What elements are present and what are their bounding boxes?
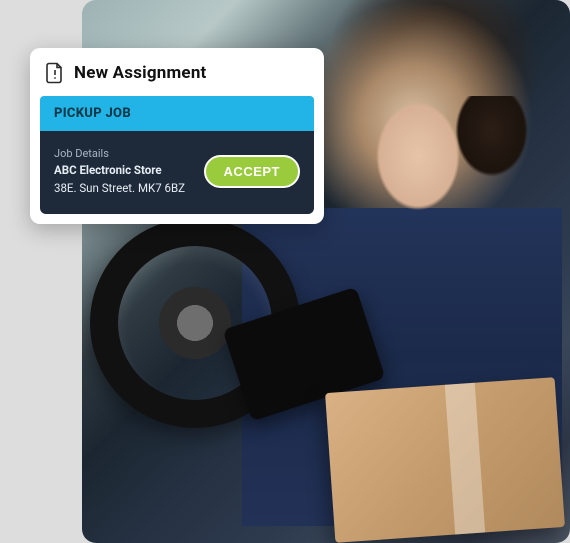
assignment-card: New Assignment PICKUP JOB Job Details AB… [30, 48, 324, 224]
job-body: Job Details ABC Electronic Store 38E. Su… [40, 131, 314, 214]
job-details: Job Details ABC Electronic Store 38E. Su… [54, 145, 185, 198]
job-address: 38E. Sun Street. MK7 6BZ [54, 180, 185, 198]
card-title: New Assignment [74, 63, 207, 83]
job-details-label: Job Details [54, 145, 185, 162]
document-alert-icon [46, 62, 64, 84]
job-type-bar: PICKUP JOB [40, 96, 314, 131]
package-box [325, 377, 565, 543]
card-header: New Assignment [40, 58, 314, 96]
job-store-name: ABC Electronic Store [54, 162, 185, 180]
accept-button[interactable]: ACCEPT [204, 155, 300, 188]
